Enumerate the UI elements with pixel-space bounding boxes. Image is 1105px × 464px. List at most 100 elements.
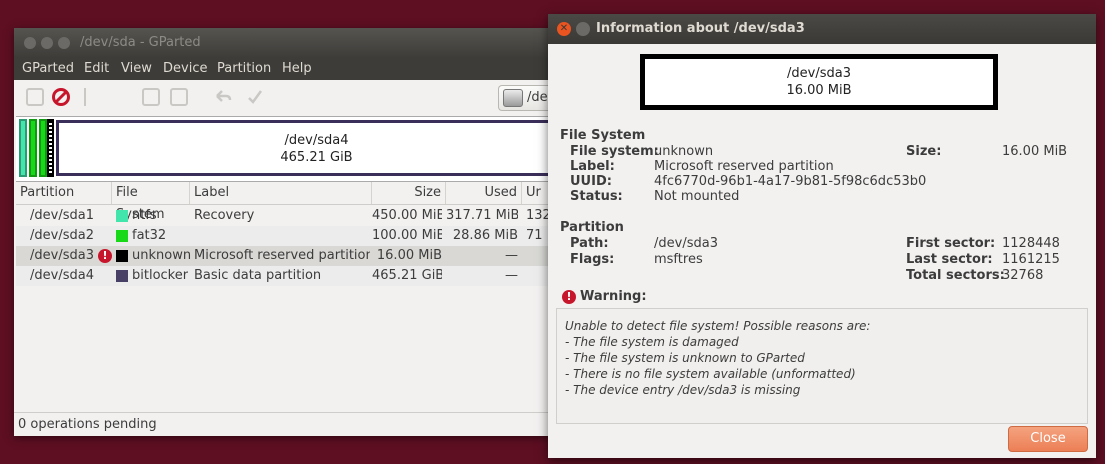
gparted-window: /dev/sda - GParted GParted Edit View Dev… xyxy=(14,28,574,436)
dialog-titlebar: ✕ Information about /dev/sda3 xyxy=(548,14,1096,44)
col-partition[interactable]: Partition xyxy=(16,182,112,204)
row-size: 100.00 MiB xyxy=(372,228,442,243)
menu-partition[interactable]: Partition xyxy=(217,61,271,76)
device-selector-label: /de xyxy=(527,90,548,105)
fs-label-uuid: UUID: xyxy=(570,174,612,189)
statusbar: 0 operations pending xyxy=(14,412,574,436)
row-fs: ntfs xyxy=(132,208,157,223)
row-label: Recovery xyxy=(194,208,255,223)
map-sda1[interactable] xyxy=(19,119,27,177)
minimize-window-icon[interactable] xyxy=(41,37,53,49)
close-window-icon[interactable] xyxy=(24,37,36,49)
menu-help[interactable]: Help xyxy=(282,61,312,76)
file-system-heading: File System xyxy=(560,128,646,143)
part-label-last-sector: Last sector: xyxy=(906,252,993,267)
fs-value-uuid: 4fc6770d-96b1-4a17-9b81-5f98c6dc53b0 xyxy=(654,174,927,189)
row-used: 28.86 MiB xyxy=(452,228,518,243)
row-size: 450.00 MiB xyxy=(372,208,442,223)
partition-table-header: Partition File System Label Size Used Ur xyxy=(16,182,574,222)
part-label-first-sector: First sector: xyxy=(906,236,996,251)
fs-label-size: Size: xyxy=(906,144,942,159)
col-size[interactable]: Size xyxy=(372,182,446,204)
close-icon[interactable]: ✕ xyxy=(557,22,571,36)
warning-line: - The file system is unknown to GParted xyxy=(565,351,805,365)
col-used[interactable]: Used xyxy=(446,182,522,204)
part-value-total-sectors: 32768 xyxy=(1002,268,1044,283)
menu-edit[interactable]: Edit xyxy=(84,61,109,76)
main-titlebar: /dev/sda - GParted xyxy=(14,28,574,58)
paste-icon[interactable] xyxy=(170,88,188,106)
warning-line: Unable to detect file system! Possible r… xyxy=(565,319,871,333)
partition-graphic: /dev/sda3 16.00 MiB xyxy=(640,54,998,110)
partition-graphic-size: 16.00 MiB xyxy=(786,83,852,98)
warning-message-box: Unable to detect file system! Possible r… xyxy=(556,308,1088,424)
map-sda4-size: 465.21 GiB xyxy=(280,150,353,165)
menubar: GParted Edit View Device Partition Help xyxy=(14,58,574,80)
minimize-icon[interactable] xyxy=(576,22,590,36)
delete-partition-icon[interactable] xyxy=(52,88,70,106)
map-sda2b[interactable] xyxy=(39,119,47,177)
disk-map: /dev/sda4 465.21 GiB xyxy=(16,116,574,182)
fs-value-filesystem: unknown xyxy=(654,144,714,159)
part-label-path: Path: xyxy=(570,236,609,251)
close-button[interactable]: Close xyxy=(1008,426,1088,452)
row-fs: bitlocker xyxy=(132,268,189,283)
partition-heading: Partition xyxy=(560,220,624,235)
row-partition: /dev/sda4 xyxy=(30,268,94,283)
undo-icon[interactable] xyxy=(214,88,232,106)
menu-view[interactable]: View xyxy=(121,61,152,76)
apply-icon[interactable] xyxy=(246,88,264,106)
row-size: 465.21 GiB xyxy=(372,268,442,283)
part-value-flags: msftres xyxy=(654,252,703,267)
toolbar: /de xyxy=(14,80,574,116)
map-sda3[interactable] xyxy=(47,119,54,177)
resize-move-icon[interactable] xyxy=(84,88,104,106)
maximize-window-icon[interactable] xyxy=(58,37,70,49)
fs-label-label: Label: xyxy=(570,159,615,174)
row-fs: unknown xyxy=(132,248,192,263)
map-sda2[interactable] xyxy=(29,119,37,177)
table-row[interactable]: /dev/sda4 bitlocker Basic data partition… xyxy=(16,266,574,286)
warning-icon: ! xyxy=(98,249,112,263)
menu-gparted[interactable]: GParted xyxy=(22,61,74,76)
fs-color-swatch xyxy=(116,250,128,262)
table-row[interactable]: /dev/sda1 ntfs Recovery 450.00 MiB 317.7… xyxy=(16,206,574,226)
col-label[interactable]: Label xyxy=(190,182,372,204)
warning-line: - There is no file system available (unf… xyxy=(565,367,856,381)
map-sda4[interactable]: /dev/sda4 465.21 GiB xyxy=(56,120,574,176)
partition-graphic-name: /dev/sda3 xyxy=(787,66,851,81)
row-label: Microsoft reserved partition xyxy=(194,248,370,263)
fs-value-label: Microsoft reserved partition xyxy=(654,159,834,174)
table-row[interactable]: /dev/sda2 fat32 100.00 MiB 28.86 MiB 71 xyxy=(16,226,574,246)
row-label: Basic data partition xyxy=(194,268,322,283)
fs-color-swatch xyxy=(116,230,128,242)
part-label-total-sectors: Total sectors: xyxy=(906,268,1005,283)
row-size: 16.00 MiB xyxy=(376,248,442,263)
warning-line: - The device entry /dev/sda3 is missing xyxy=(565,383,801,397)
fs-label-filesystem: File system: xyxy=(570,144,659,159)
row-partition: /dev/sda3 xyxy=(30,248,94,263)
info-dialog: ✕ Information about /dev/sda3 /dev/sda3 … xyxy=(548,14,1096,458)
table-row-selected[interactable]: /dev/sda3 ! unknown Microsoft reserved p… xyxy=(16,246,574,266)
row-fs: fat32 xyxy=(132,228,167,243)
row-used: 317.71 MiB xyxy=(446,208,518,223)
warning-icon: ! xyxy=(562,290,576,304)
fs-color-swatch xyxy=(116,210,128,222)
part-value-path: /dev/sda3 xyxy=(654,236,718,251)
warning-heading: Warning: xyxy=(580,289,647,304)
fs-color-swatch xyxy=(116,270,128,282)
part-value-first-sector: 1128448 xyxy=(1002,236,1060,251)
copy-icon[interactable] xyxy=(142,88,160,106)
map-sda4-name: /dev/sda4 xyxy=(284,133,349,148)
fs-value-size: 16.00 MiB xyxy=(1002,144,1068,159)
warning-line: - The file system is damaged xyxy=(565,335,739,349)
row-used: — xyxy=(505,268,518,283)
col-filesystem[interactable]: File System xyxy=(112,182,190,222)
dialog-title: Information about /dev/sda3 xyxy=(596,21,805,36)
new-partition-icon[interactable] xyxy=(26,88,44,106)
menu-device[interactable]: Device xyxy=(163,61,207,76)
window-title: /dev/sda - GParted xyxy=(80,35,201,50)
fs-label-status: Status: xyxy=(570,189,623,204)
part-label-flags: Flags: xyxy=(570,252,615,267)
row-used: — xyxy=(505,248,518,263)
